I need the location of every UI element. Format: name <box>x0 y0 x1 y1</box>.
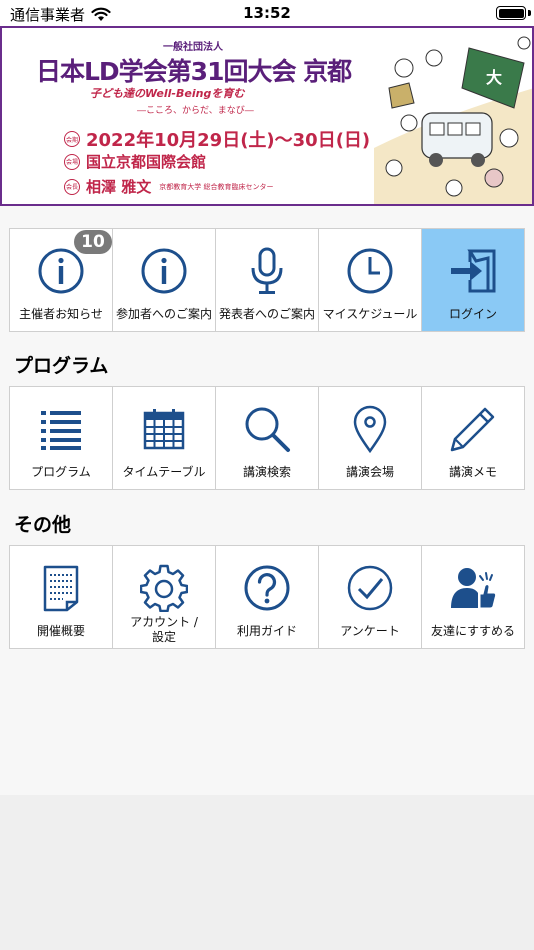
menu-recommend-friend[interactable]: 友達にすすめる <box>422 546 525 649</box>
menu-presenter-guide[interactable]: 発表者へのご案内 <box>216 229 319 332</box>
banner-title: 日本LD学会第31回大会 京都 <box>36 57 352 86</box>
conference-banner[interactable]: 一般社団法人 日本LD学会第31回大会 京都 子ども達のWell-Beingを育… <box>0 26 534 206</box>
svg-text:大: 大 <box>486 68 502 87</box>
status-bar: 通信事業者 13:52 <box>0 0 534 26</box>
status-time: 13:52 <box>243 4 291 22</box>
banner-subtheme: ―こころ、からだ、まなび― <box>137 106 254 116</box>
menu-label: アカウント / 設定 <box>113 615 215 645</box>
map-pin-icon <box>319 403 421 455</box>
notification-badge: 10 <box>74 230 112 254</box>
menu-label: 利用ガイド <box>236 624 297 638</box>
info-icon <box>113 245 215 297</box>
menu-login[interactable]: ログイン <box>422 229 525 332</box>
list-icon <box>10 403 112 455</box>
pencil-icon <box>422 403 524 455</box>
banner-org: 一般社団法人 <box>163 42 223 53</box>
document-icon <box>10 562 112 614</box>
login-icon <box>422 245 524 297</box>
menu-label-line2: 設定 <box>151 630 176 644</box>
gear-icon <box>113 562 215 614</box>
other-grid: 開催概要 アカウント / 設定 利用ガイド アンケート 友達にすすめる <box>9 545 525 649</box>
search-icon <box>216 403 318 455</box>
menu-account-settings[interactable]: アカウント / 設定 <box>113 546 216 649</box>
menu-label: 友達にすすめる <box>430 624 516 638</box>
menu-label: 主催者お知らせ <box>19 307 103 321</box>
menu-lecture-memo[interactable]: 講演メモ <box>422 387 525 490</box>
menu-label: 開催概要 <box>36 624 85 638</box>
menu-survey[interactable]: アンケート <box>319 546 422 649</box>
banner-chair-affiliation: 京都教育大学 総合教育臨床センター <box>159 182 274 191</box>
program-grid: プログラム タイムテーブル 講演検索 講演会場 講演メモ <box>9 386 525 490</box>
banner-theme: 子ども達のWell-Beingを育む <box>90 87 245 100</box>
menu-program[interactable]: プログラム <box>10 387 113 490</box>
recommend-icon <box>422 562 524 614</box>
menu-label-line1: アカウント / <box>130 615 198 629</box>
section-title-other: その他 <box>14 514 72 536</box>
clock-icon <box>319 245 421 297</box>
menu-label: ログイン <box>448 307 497 321</box>
banner-chair: 相澤 雅文 <box>86 178 152 196</box>
menu-label: プログラム <box>31 465 91 479</box>
venue-tag: 会場 <box>64 153 80 170</box>
menu-user-guide[interactable]: 利用ガイド <box>216 546 319 649</box>
menu-label: 講演会場 <box>345 465 394 479</box>
banner-chair-row: 会長 相澤 雅文 京都教育大学 総合教育臨床センター <box>64 176 273 197</box>
section-title-program: プログラム <box>14 355 109 377</box>
menu-participant-guide[interactable]: 参加者へのご案内 <box>113 229 216 332</box>
menu-label: 発表者へのご案内 <box>218 307 315 321</box>
battery-icon <box>496 6 526 20</box>
menu-event-overview[interactable]: 開催概要 <box>10 546 113 649</box>
menu-label: タイムテーブル <box>122 465 206 479</box>
banner-date: 2022年10月29日(土)～30日(日) <box>86 130 371 151</box>
menu-timetable[interactable]: タイムテーブル <box>113 387 216 490</box>
banner-date-row: 会期 2022年10月29日(土)～30日(日) <box>64 126 370 152</box>
menu-label: 講演検索 <box>242 465 291 479</box>
menu-label: マイスケジュール <box>322 307 418 321</box>
menu-label: 講演メモ <box>448 465 497 479</box>
date-tag: 会期 <box>64 131 80 147</box>
calendar-icon <box>113 403 215 455</box>
banner-venue-row: 会場 国立京都国際会館 <box>64 151 206 172</box>
menu-organizer-news[interactable]: 10 主催者お知らせ <box>10 229 113 332</box>
menu-label: アンケート <box>340 624 400 638</box>
checkmark-icon <box>319 562 421 614</box>
menu-lecture-search[interactable]: 講演検索 <box>216 387 319 490</box>
menu-my-schedule[interactable]: マイスケジュール <box>319 229 422 332</box>
chair-tag: 会長 <box>64 178 80 195</box>
menu-label: 参加者へのご案内 <box>115 307 212 321</box>
top-menu-grid: 10 主催者お知らせ 参加者へのご案内 発表者へのご案内 マイスケジュール ログ… <box>9 228 525 332</box>
bottom-area <box>0 795 534 950</box>
menu-lecture-venue[interactable]: 講演会場 <box>319 387 422 490</box>
question-icon <box>216 562 318 614</box>
microphone-icon <box>216 245 318 297</box>
banner-venue: 国立京都国際会館 <box>86 153 207 171</box>
festival-illustration: 大 <box>374 36 532 204</box>
